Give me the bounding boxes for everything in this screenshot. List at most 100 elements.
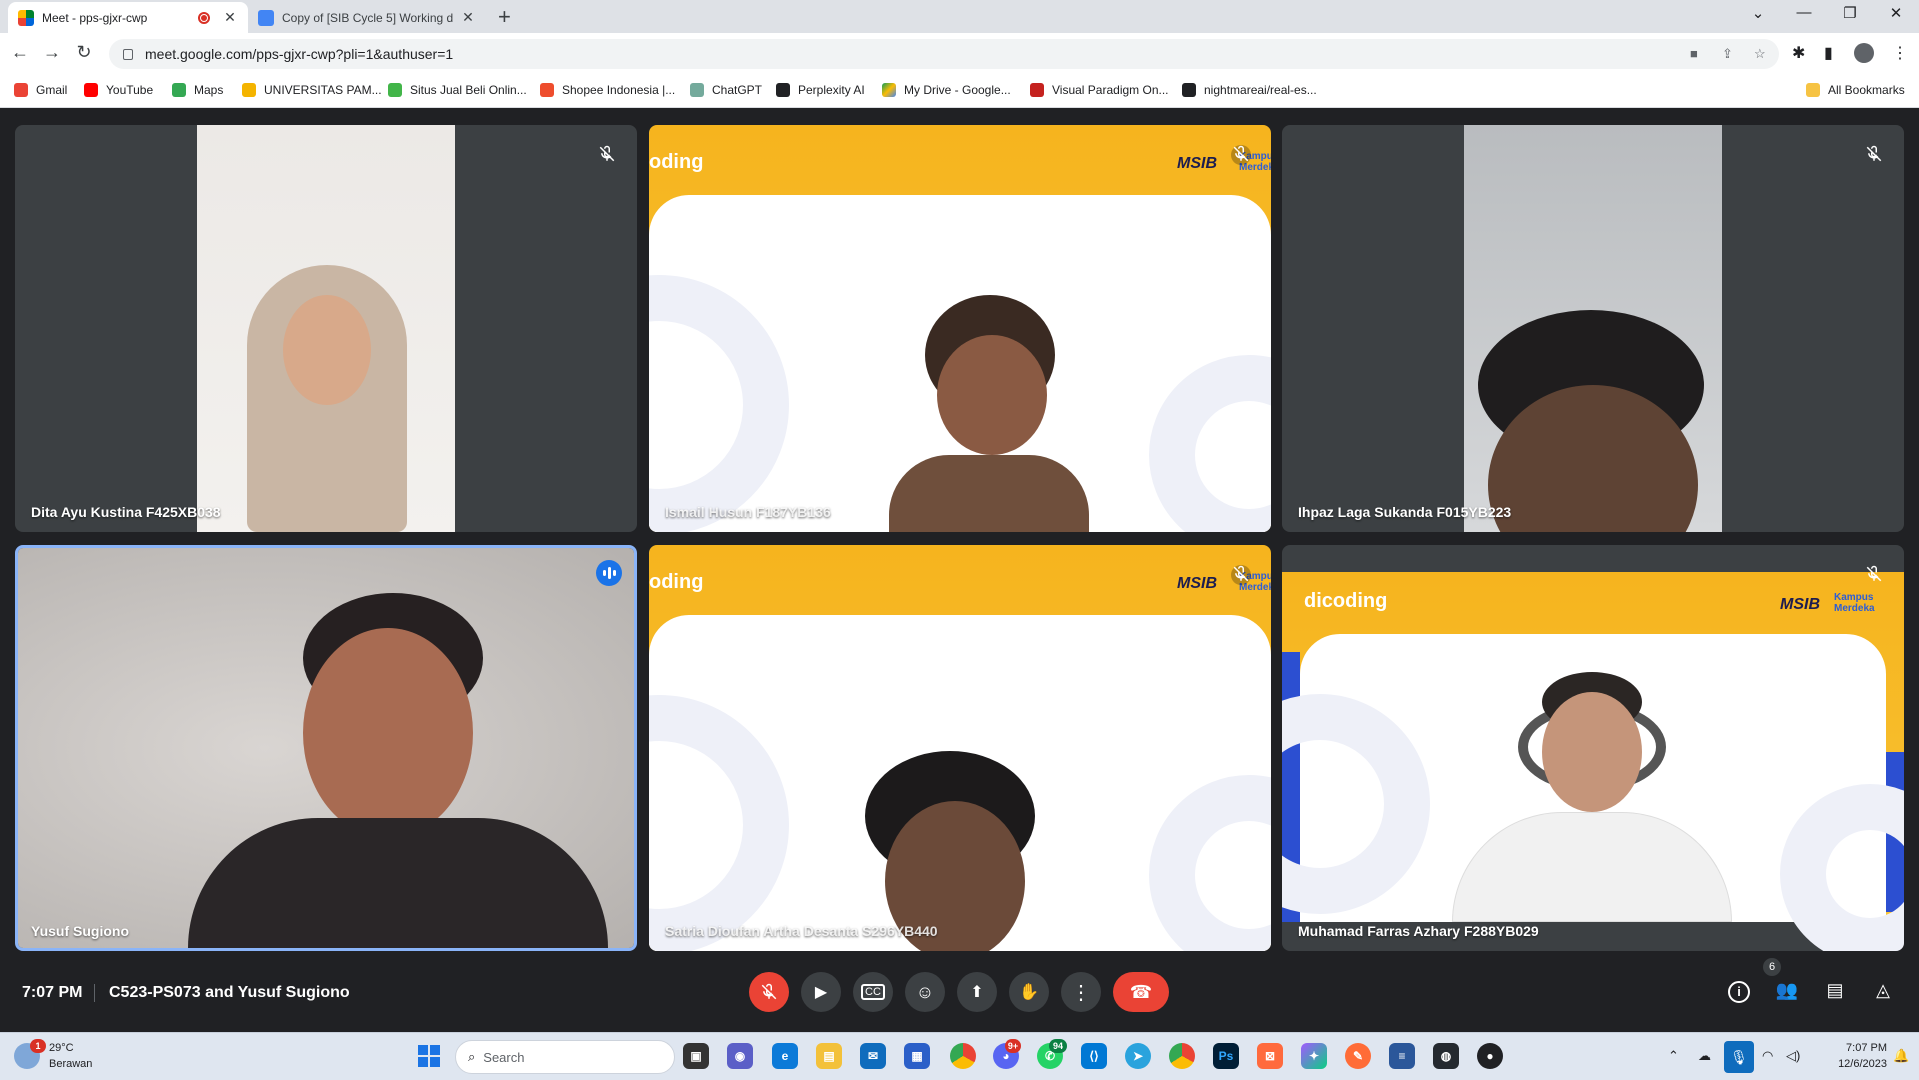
camera-button[interactable]: ▶ bbox=[801, 972, 841, 1012]
bookmark-maps[interactable]: Maps bbox=[172, 83, 223, 97]
bookmark-chatgpt[interactable]: ChatGPT bbox=[690, 83, 762, 97]
participant-tile[interactable]: Dita Ayu Kustina F425XB038 bbox=[15, 125, 637, 532]
postman-icon[interactable]: ⊠ bbox=[1257, 1043, 1283, 1069]
taskbar-clock-time[interactable]: 7:07 PM bbox=[1831, 1042, 1887, 1054]
bookmark-universitas[interactable]: UNIVERSITAS PAM... bbox=[242, 83, 382, 97]
bookmark-drive[interactable]: My Drive - Google... bbox=[882, 83, 1011, 97]
notepad-icon[interactable]: ≡ bbox=[1389, 1043, 1415, 1069]
side-panel-icon[interactable]: ▮ bbox=[1824, 43, 1833, 63]
closed-captions-icon: CC bbox=[861, 984, 885, 1000]
camera-icon[interactable]: ■ bbox=[1690, 46, 1698, 61]
vscode-icon[interactable]: ⟨⟩ bbox=[1081, 1043, 1107, 1069]
onedrive-icon[interactable]: ☁ bbox=[1698, 1048, 1711, 1064]
chat-icon: ▤ bbox=[1826, 980, 1844, 1000]
youtube-icon bbox=[84, 83, 98, 97]
present-button[interactable]: ⬆ bbox=[957, 972, 997, 1012]
whatsapp-badge: 94 bbox=[1049, 1039, 1067, 1053]
task-view-icon[interactable]: ▣ bbox=[683, 1043, 709, 1069]
minimize-button[interactable]: — bbox=[1781, 4, 1827, 21]
participant-tile-speaking[interactable]: Yusuf Sugiono bbox=[15, 545, 637, 951]
microphone-in-use-icon[interactable]: 🎙 bbox=[1724, 1041, 1754, 1073]
chat-button[interactable]: ▤ bbox=[1822, 980, 1848, 1006]
postman-app-icon[interactable]: ✎ bbox=[1345, 1043, 1371, 1069]
notifications-icon[interactable]: 🔔 bbox=[1893, 1048, 1909, 1064]
participant-name: Yusuf Sugiono bbox=[31, 923, 129, 939]
mail-icon[interactable]: ✉ bbox=[860, 1043, 886, 1069]
all-bookmarks-button[interactable]: All Bookmarks bbox=[1806, 83, 1905, 97]
chrome-profile-icon[interactable] bbox=[1169, 1043, 1195, 1069]
participant-tile[interactable]: oding MSIB KampusMerdeka Satria Dioufan … bbox=[649, 545, 1271, 951]
meeting-title: C523-PS073 and Yusuf Sugiono bbox=[109, 984, 350, 1001]
figma-icon[interactable]: ✦ bbox=[1301, 1043, 1327, 1069]
activities-button[interactable]: ◬ bbox=[1870, 980, 1896, 1006]
extensions-icon[interactable]: ✱ bbox=[1792, 43, 1805, 63]
more-options-button[interactable]: ⋮ bbox=[1061, 972, 1101, 1012]
windows-start-icon[interactable] bbox=[418, 1045, 440, 1067]
body-shape bbox=[188, 818, 608, 948]
telegram-icon[interactable]: ➤ bbox=[1125, 1043, 1151, 1069]
participant-tile[interactable]: dicoding MSIB Kampus Merdeka Muhamad Farr… bbox=[1282, 545, 1904, 951]
teams-chat-icon[interactable]: ◉ bbox=[727, 1043, 753, 1069]
participant-tile[interactable]: oding MSIB KampusMerdeka Ismail Husun F1… bbox=[649, 125, 1271, 532]
taskbar-search[interactable]: ⌕ Search bbox=[455, 1040, 675, 1074]
bookmark-tokopedia[interactable]: Situs Jual Beli Onlin... bbox=[388, 83, 527, 97]
reload-button[interactable]: ↻ bbox=[72, 42, 96, 63]
background-decoration bbox=[1149, 775, 1271, 951]
info-icon: i bbox=[1728, 981, 1750, 1003]
participant-figure bbox=[1452, 662, 1732, 922]
wifi-icon[interactable]: ◠ bbox=[1762, 1048, 1773, 1064]
close-tab-icon[interactable]: ✕ bbox=[222, 9, 238, 26]
photoshop-icon[interactable]: Ps bbox=[1213, 1043, 1239, 1069]
background-decoration bbox=[1780, 784, 1904, 951]
mic-off-icon bbox=[1864, 145, 1884, 165]
dicoding-logo: oding bbox=[649, 151, 704, 173]
file-explorer-icon[interactable]: ▤ bbox=[816, 1043, 842, 1069]
search-icon: ⌕ bbox=[468, 1049, 476, 1064]
bookmark-gmail[interactable]: Gmail bbox=[14, 83, 67, 97]
edge-icon[interactable]: e bbox=[772, 1043, 798, 1069]
close-tab-icon[interactable]: ✕ bbox=[460, 9, 476, 26]
obs-icon[interactable]: ● bbox=[1477, 1043, 1503, 1069]
tab-search-icon[interactable]: ⌄ bbox=[1735, 4, 1781, 22]
participant-video bbox=[889, 295, 1089, 532]
bookmark-replicate[interactable]: nightmareai/real-es... bbox=[1182, 83, 1317, 97]
new-tab-button[interactable]: + bbox=[498, 4, 511, 30]
meeting-details-button[interactable]: i bbox=[1726, 980, 1752, 1006]
taskbar-clock-date[interactable]: 12/6/2023 bbox=[1819, 1058, 1887, 1070]
participant-video bbox=[1464, 125, 1722, 532]
background-decoration bbox=[1149, 355, 1271, 532]
share-icon[interactable]: ⇪ bbox=[1722, 46, 1733, 62]
bookmark-visual-paradigm[interactable]: Visual Paradigm On... bbox=[1030, 83, 1169, 97]
address-bar[interactable]: meet.google.com/pps-gjxr-cwp?pli=1&authu… bbox=[109, 39, 1779, 69]
search-placeholder: Search bbox=[483, 1049, 525, 1065]
tab-docs[interactable]: Copy of [SIB Cycle 5] Working d ✕ bbox=[248, 2, 486, 33]
profile-avatar[interactable] bbox=[1854, 43, 1874, 63]
show-hidden-icons-button[interactable]: ⌃ bbox=[1668, 1048, 1679, 1064]
reactions-button[interactable]: ☺ bbox=[905, 972, 945, 1012]
meet-control-bar: 7:07 PM C523-PS073 and Yusuf Sugiono ▶ C… bbox=[0, 958, 1919, 1032]
captions-button[interactable]: CC bbox=[853, 972, 893, 1012]
back-button[interactable]: ← bbox=[8, 42, 32, 63]
tab-label: Meet - pps-gjxr-cwp bbox=[42, 10, 148, 25]
volume-icon[interactable]: ◁) bbox=[1786, 1048, 1800, 1064]
microphone-off-button[interactable] bbox=[749, 972, 789, 1012]
chatgpt-icon bbox=[690, 83, 704, 97]
menu-icon[interactable]: ⋮ bbox=[1892, 43, 1908, 63]
leave-call-button[interactable]: ☎ bbox=[1113, 972, 1169, 1012]
url-text: meet.google.com/pps-gjxr-cwp?pli=1&authu… bbox=[145, 46, 454, 62]
raise-hand-button[interactable]: ✋ bbox=[1009, 972, 1049, 1012]
restore-button[interactable]: ❐ bbox=[1827, 4, 1873, 22]
bookmark-youtube[interactable]: YouTube bbox=[84, 83, 153, 97]
participant-tile[interactable]: Ihpaz Laga Sukanda F015YB223 bbox=[1282, 125, 1904, 532]
tab-meet[interactable]: Meet - pps-gjxr-cwp ✕ bbox=[8, 2, 248, 33]
bookmark-perplexity[interactable]: Perplexity AI bbox=[776, 83, 865, 97]
github-desktop-icon[interactable]: ◍ bbox=[1433, 1043, 1459, 1069]
microsoft-store-icon[interactable]: ▦ bbox=[904, 1043, 930, 1069]
bookmark-shopee[interactable]: Shopee Indonesia |... bbox=[540, 83, 675, 97]
people-button[interactable]: 👥 bbox=[1774, 980, 1800, 1006]
close-window-button[interactable]: ✕ bbox=[1873, 4, 1919, 22]
forward-button[interactable]: → bbox=[40, 42, 64, 63]
browser-toolbar: ← → ↻ meet.google.com/pps-gjxr-cwp?pli=1… bbox=[0, 33, 1919, 75]
chrome-icon[interactable] bbox=[950, 1043, 976, 1069]
bookmark-star-icon[interactable]: ☆ bbox=[1754, 46, 1766, 62]
